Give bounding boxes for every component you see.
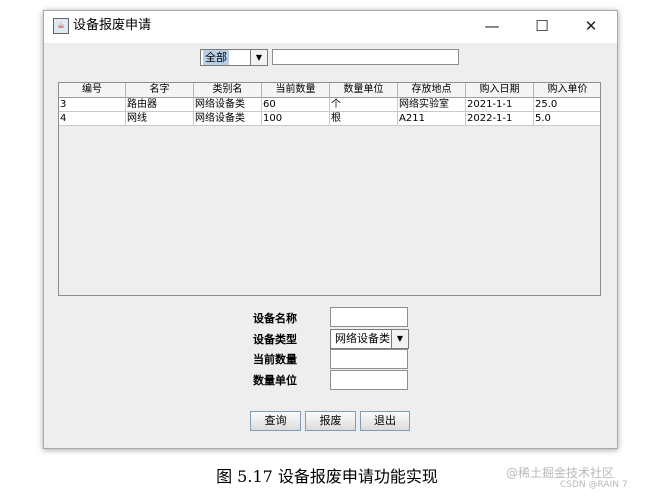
window-title: 设备报废申请 (73, 18, 152, 33)
maximize-button[interactable]: ☐ (525, 15, 559, 37)
search-input[interactable] (272, 49, 459, 65)
exit-button[interactable]: 退出 (360, 411, 410, 431)
column-header-id[interactable]: 编号 (59, 83, 126, 98)
chevron-down-icon[interactable]: ▼ (391, 330, 408, 348)
column-header-category[interactable]: 类别名 (194, 83, 262, 98)
quantity-label: 当前数量 (253, 353, 297, 366)
equipment-type-dropdown[interactable]: 网络设备类 ▼ (330, 329, 409, 349)
column-header-date[interactable]: 购入日期 (466, 83, 534, 98)
column-header-name[interactable]: 名字 (126, 83, 194, 98)
java-cup-icon: ☕ (53, 18, 69, 34)
equipment-name-field[interactable] (330, 307, 408, 327)
table-cell: 4 (59, 112, 126, 126)
table-cell: A211 (398, 112, 466, 126)
close-button[interactable]: ✕ (574, 15, 608, 37)
quantity-field[interactable] (330, 349, 408, 369)
category-filter-value: 全部 (203, 50, 229, 65)
equipment-type-value: 网络设备类 (335, 332, 390, 345)
unit-label: 数量单位 (253, 374, 297, 387)
table-cell: 网络设备类 (194, 112, 262, 126)
table-cell: 3 (59, 98, 126, 112)
unit-field[interactable] (330, 370, 408, 390)
equipment-table[interactable]: 编号 名字 类别名 当前数量 数量单位 存放地点 购入日期 购入单价 3 路由器… (58, 82, 601, 296)
chevron-down-icon[interactable]: ▼ (250, 50, 267, 65)
table-row[interactable]: 4 网线 网络设备类 100 根 A211 2022-1-1 5.0 (59, 112, 600, 126)
watermark-credit: CSDN @RAIN 7 (560, 480, 628, 490)
table-cell: 网线 (126, 112, 194, 126)
table-cell: 网络实验室 (398, 98, 466, 112)
minimize-button[interactable]: — (475, 15, 509, 37)
table-header: 编号 名字 类别名 当前数量 数量单位 存放地点 购入日期 购入单价 (59, 83, 600, 98)
table-row[interactable]: 3 路由器 网络设备类 60 个 网络实验室 2021-1-1 25.0 (59, 98, 600, 112)
category-filter-dropdown[interactable]: 全部 ▼ (200, 49, 268, 66)
table-cell: 2022-1-1 (466, 112, 534, 126)
app-window: ☕ 设备报废申请 — ☐ ✕ 全部 ▼ 编号 名字 类别名 当前数量 数量单位 … (43, 10, 618, 449)
table-cell: 路由器 (126, 98, 194, 112)
table-cell: 2021-1-1 (466, 98, 534, 112)
query-button[interactable]: 查询 (250, 411, 301, 431)
equipment-name-label: 设备名称 (253, 312, 297, 325)
column-header-location[interactable]: 存放地点 (398, 83, 466, 98)
column-header-quantity[interactable]: 当前数量 (262, 83, 330, 98)
table-cell: 根 (330, 112, 398, 126)
watermark: @稀土掘金技术社区 (506, 466, 615, 480)
title-bar: ☕ 设备报废申请 — ☐ ✕ (44, 11, 617, 43)
equipment-type-label: 设备类型 (253, 333, 297, 346)
table-cell: 网络设备类 (194, 98, 262, 112)
table-cell: 25.0 (534, 98, 600, 112)
table-cell: 个 (330, 98, 398, 112)
table-cell: 60 (262, 98, 330, 112)
table-cell: 5.0 (534, 112, 600, 126)
column-header-price[interactable]: 购入单价 (534, 83, 600, 98)
table-cell: 100 (262, 112, 330, 126)
column-header-unit[interactable]: 数量单位 (330, 83, 398, 98)
scrap-button[interactable]: 报废 (305, 411, 356, 431)
